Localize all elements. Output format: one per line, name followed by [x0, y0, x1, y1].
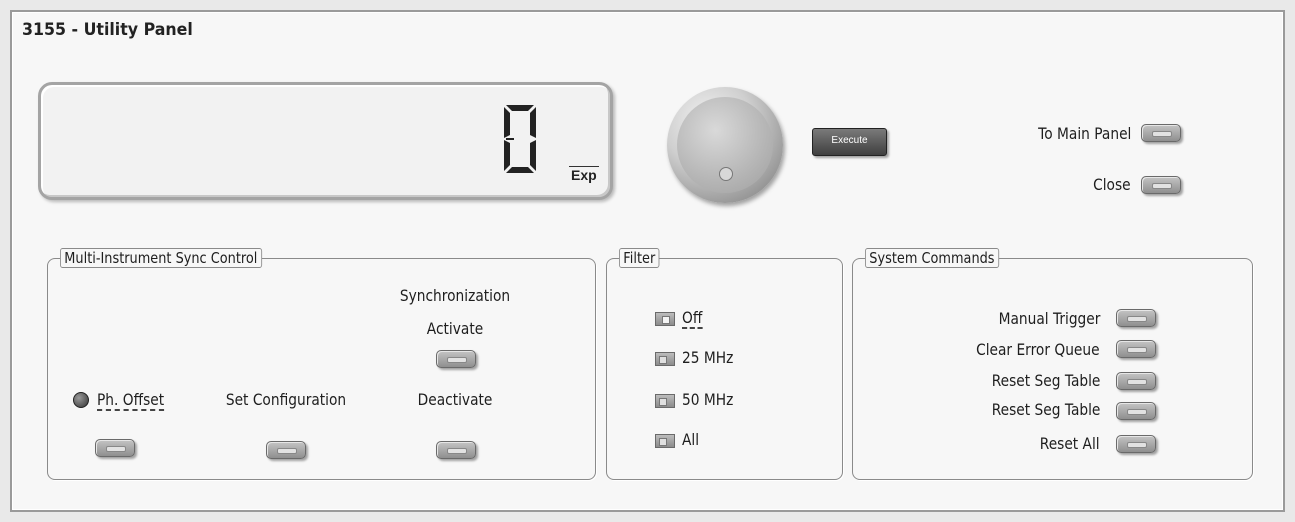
- set-configuration-button[interactable]: [266, 441, 306, 459]
- reset-seg-table-label-1: Reset Seg Table: [991, 371, 1100, 390]
- filter-25mhz-switch[interactable]: [655, 352, 675, 366]
- activate-button[interactable]: [436, 350, 476, 368]
- window-title: 3155 - Utility Panel: [22, 20, 193, 40]
- manual-trigger-button[interactable]: [1116, 309, 1156, 327]
- reset-all-label: Reset All: [1040, 434, 1100, 453]
- rotary-knob[interactable]: [667, 87, 783, 203]
- reset-seg-table-label-2: Reset Seg Table: [991, 400, 1100, 419]
- numeric-display: Exp: [38, 82, 613, 200]
- reset-seg-table-button-1[interactable]: [1116, 372, 1156, 390]
- set-configuration-label: Set Configuration: [225, 390, 347, 409]
- filter-group-title: Filter: [619, 248, 660, 268]
- activate-label: Activate: [426, 319, 484, 338]
- seven-segment-zero-icon: [504, 105, 536, 173]
- clear-error-queue-label: Clear Error Queue: [976, 340, 1100, 359]
- close-button[interactable]: [1141, 176, 1181, 194]
- filter-50mhz-switch[interactable]: [655, 394, 675, 408]
- filter-off-label: Off: [682, 308, 703, 329]
- filter-group: Filter: [606, 248, 843, 480]
- clear-error-queue-button[interactable]: [1116, 340, 1156, 358]
- filter-all-label: All: [682, 430, 700, 449]
- ph-offset-label: Ph. Offset: [97, 390, 165, 411]
- knob-indicator-icon: [719, 167, 733, 181]
- filter-off-switch[interactable]: [655, 312, 675, 326]
- filter-50mhz-label: 50 MHz: [682, 390, 734, 409]
- reset-seg-table-button-2[interactable]: [1116, 402, 1156, 420]
- reset-all-button[interactable]: [1116, 435, 1156, 453]
- to-main-panel-label: To Main Panel: [1037, 124, 1131, 143]
- filter-25mhz-label: 25 MHz: [682, 348, 734, 367]
- execute-button[interactable]: Execute: [812, 128, 887, 156]
- deactivate-button[interactable]: [436, 441, 476, 459]
- knob-face: [677, 97, 773, 193]
- ph-offset-led-icon: [73, 392, 89, 408]
- sync-group-title: Multi-Instrument Sync Control: [60, 248, 262, 268]
- synchronization-label: Synchronization: [399, 286, 511, 305]
- display-digit: [500, 103, 540, 179]
- to-main-panel-button[interactable]: [1141, 124, 1181, 142]
- ph-offset-button[interactable]: [95, 439, 135, 457]
- close-label: Close: [1093, 175, 1131, 194]
- exp-label: Exp: [569, 166, 599, 183]
- filter-all-switch[interactable]: [655, 434, 675, 448]
- system-group-title: System Commands: [865, 248, 999, 268]
- manual-trigger-label: Manual Trigger: [998, 309, 1100, 328]
- deactivate-label: Deactivate: [417, 390, 493, 409]
